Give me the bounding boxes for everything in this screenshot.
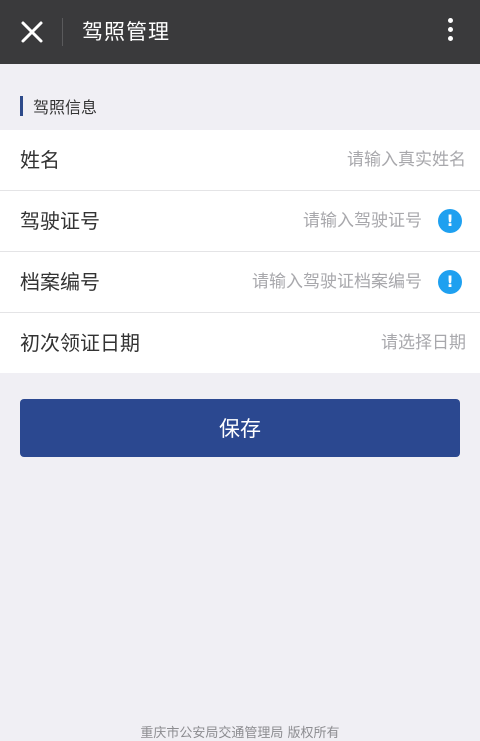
license-number-input[interactable] <box>162 205 422 237</box>
license-form: 姓名 驾驶证号 ! 档案编号 ! 初次领证日期 <box>0 130 480 373</box>
file-number-input[interactable] <box>162 266 422 298</box>
save-button[interactable]: 保存 <box>20 399 460 457</box>
top-app-bar: 驾照管理 <box>0 0 480 64</box>
first-issue-date-label: 初次领证日期 <box>20 331 140 355</box>
info-icon[interactable]: ! <box>438 209 462 233</box>
section-title: 驾照信息 <box>33 98 98 117</box>
form-row-license-number: 驾驶证号 ! <box>0 191 480 252</box>
info-icon[interactable]: ! <box>438 270 462 294</box>
form-row-first-issue-date: 初次领证日期 <box>0 313 480 373</box>
header-divider <box>62 18 63 46</box>
close-icon <box>21 21 43 43</box>
section-header: 驾照信息 <box>20 94 97 118</box>
first-issue-date-picker[interactable] <box>166 327 466 359</box>
license-number-label: 驾驶证号 <box>20 209 100 233</box>
more-vertical-icon <box>447 18 453 23</box>
name-label: 姓名 <box>20 148 60 172</box>
footer-copyright: 重庆市公安局交通管理局 版权所有 <box>140 726 340 741</box>
more-dot <box>447 27 453 32</box>
form-row-name: 姓名 <box>0 130 480 191</box>
more-menu-button[interactable] <box>438 14 462 50</box>
page-title: 驾照管理 <box>82 20 170 44</box>
close-button[interactable] <box>12 12 52 52</box>
name-input[interactable] <box>166 144 466 176</box>
more-dot <box>447 36 453 41</box>
form-row-file-number: 档案编号 ! <box>0 252 480 313</box>
section-accent-bar <box>20 96 23 116</box>
file-number-label: 档案编号 <box>20 270 100 294</box>
